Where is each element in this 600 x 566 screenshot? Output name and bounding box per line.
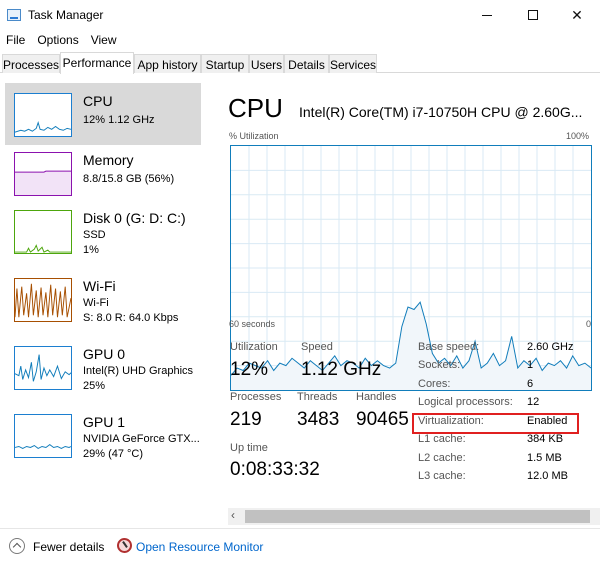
title-bar: Task Manager ✕: [0, 0, 600, 30]
tab-app-history[interactable]: App history: [134, 54, 201, 73]
tab-details[interactable]: Details: [284, 54, 329, 73]
resource-monitor-icon[interactable]: [117, 538, 132, 553]
sidebar-disk-name: Disk 0 (G: D: C:): [83, 210, 186, 226]
virtualization-highlight-box: [412, 413, 579, 434]
utilization-value: 12%: [230, 359, 269, 380]
base-speed-value: 2.60 GHz: [527, 341, 574, 353]
sidebar-item-memory[interactable]: Memory 8.8/15.8 GB (56%): [5, 142, 201, 204]
task-manager-icon: [7, 9, 21, 21]
sidebar-gpu0-name: GPU 0: [83, 346, 126, 362]
sidebar-item-gpu0[interactable]: GPU 0 Intel(R) UHD Graphics 25%: [5, 336, 201, 398]
graph-x-min-label: 0: [586, 319, 592, 329]
cpu-thumbnail: [14, 93, 72, 137]
tab-processes[interactable]: Processes: [2, 54, 60, 73]
sidebar-gpu1-usage: 29% (47 °C): [83, 448, 144, 460]
graph-y-max-label: 100%: [566, 131, 590, 141]
graph-x-label: 60 seconds: [229, 319, 276, 329]
sidebar-memory-detail: 8.8/15.8 GB (56%): [83, 173, 175, 185]
cpu-graph-svg: [231, 146, 591, 390]
memory-thumbnail: [14, 152, 72, 196]
utilization-label: Utilization: [230, 341, 278, 353]
gpu1-thumbnail: [14, 414, 72, 458]
menu-options[interactable]: Options: [31, 30, 84, 50]
l3-cache-label: L3 cache:: [418, 470, 466, 482]
l1-cache-label: L1 cache:: [418, 433, 466, 445]
graph-y-label: % Utilization: [229, 131, 279, 141]
sidebar-gpu1-model: NVIDIA GeForce GTX...: [83, 433, 200, 445]
tab-performance[interactable]: Performance: [60, 52, 134, 74]
sidebar-wifi-name: Wi-Fi: [83, 278, 116, 294]
scroll-left-arrow-icon[interactable]: ‹: [231, 508, 235, 522]
cpu-utilization-graph: [230, 145, 592, 391]
processes-value: 219: [230, 409, 262, 430]
performance-panel: CPU 12% 1.12 GHz Memory 8.8/15.8 GB (56%…: [0, 73, 600, 528]
l3-cache-value: 12.0 MB: [527, 470, 568, 482]
minimize-button[interactable]: [464, 0, 510, 30]
scrollbar-thumb[interactable]: [245, 510, 590, 523]
sidebar-gpu0-model: Intel(R) UHD Graphics: [83, 365, 194, 377]
close-icon: ✕: [571, 6, 583, 23]
l2-cache-value: 1.5 MB: [527, 452, 562, 464]
wifi-thumbnail: [14, 278, 72, 322]
base-speed-label: Base speed:: [418, 341, 480, 353]
maximize-button[interactable]: [510, 0, 556, 30]
window-title: Task Manager: [28, 8, 104, 22]
maximize-icon: [528, 10, 538, 20]
sidebar-cpu-name: CPU: [83, 93, 113, 109]
uptime-label: Up time: [230, 442, 268, 454]
sidebar-item-disk[interactable]: Disk 0 (G: D: C:) SSD 1%: [5, 200, 201, 262]
minimize-icon: [482, 14, 492, 16]
l1-cache-value: 384 KB: [527, 433, 564, 445]
close-button[interactable]: ✕: [554, 0, 600, 30]
chevron-up-icon[interactable]: [9, 538, 25, 554]
sidebar-disk-usage: 1%: [83, 244, 99, 256]
page-title: CPU: [228, 93, 283, 123]
open-resource-monitor-link[interactable]: Open Resource Monitor: [136, 540, 263, 554]
logical-processors-label: Logical processors:: [418, 396, 513, 408]
cpu-detail-panel: CPU Intel(R) Core(TM) i7-10750H CPU @ 2.…: [228, 73, 600, 528]
uptime-value: 0:08:33:32: [230, 459, 320, 480]
threads-value: 3483: [297, 409, 340, 430]
tab-users[interactable]: Users: [249, 54, 284, 73]
menu-view[interactable]: View: [85, 30, 123, 50]
sidebar-gpu1-name: GPU 1: [83, 414, 126, 430]
gpu0-thumbnail: [14, 346, 72, 390]
sidebar-wifi-throughput: S: 8.0 R: 64.0 Kbps: [83, 312, 179, 324]
sidebar-gpu0-usage: 25%: [83, 380, 106, 392]
handles-label: Handles: [356, 391, 397, 403]
sidebar-disk-type: SSD: [83, 229, 106, 241]
sidebar-cpu-detail: 12% 1.12 GHz: [83, 114, 155, 126]
tab-services[interactable]: Services: [329, 54, 377, 73]
sockets-label: Sockets:: [418, 359, 461, 371]
menu-bar: File Options View: [0, 30, 600, 50]
sidebar-item-wifi[interactable]: Wi-Fi Wi-Fi S: 8.0 R: 64.0 Kbps: [5, 268, 201, 330]
processes-label: Processes: [230, 391, 282, 403]
sidebar-memory-name: Memory: [83, 152, 134, 168]
threads-label: Threads: [297, 391, 338, 403]
disk-thumbnail: [14, 210, 72, 254]
resource-sidebar: CPU 12% 1.12 GHz Memory 8.8/15.8 GB (56%…: [0, 73, 202, 528]
tab-startup[interactable]: Startup: [201, 54, 249, 73]
sidebar-item-cpu[interactable]: CPU 12% 1.12 GHz: [5, 83, 201, 145]
logical-processors-value: 12: [527, 396, 540, 408]
sidebar-item-gpu1[interactable]: GPU 1 NVIDIA GeForce GTX... 29% (47 °C): [5, 404, 201, 466]
l2-cache-label: L2 cache:: [418, 452, 466, 464]
cores-label: Cores:: [418, 378, 451, 390]
speed-value: 1.12 GHz: [301, 359, 382, 380]
fewer-details-link[interactable]: Fewer details: [33, 540, 104, 554]
menu-file[interactable]: File: [0, 30, 31, 50]
sidebar-wifi-adapter: Wi-Fi: [83, 297, 109, 309]
horizontal-scrollbar[interactable]: ‹: [228, 508, 600, 525]
footer-bar: Fewer details Open Resource Monitor: [0, 528, 600, 566]
tab-strip: Processes Performance App history Startu…: [0, 52, 600, 74]
cores-value: 6: [527, 378, 534, 390]
handles-value: 90465: [356, 409, 409, 430]
speed-label: Speed: [301, 341, 333, 353]
sockets-value: 1: [527, 359, 534, 371]
cpu-model-name: Intel(R) Core(TM) i7-10750H CPU @ 2.60G.…: [299, 104, 583, 120]
